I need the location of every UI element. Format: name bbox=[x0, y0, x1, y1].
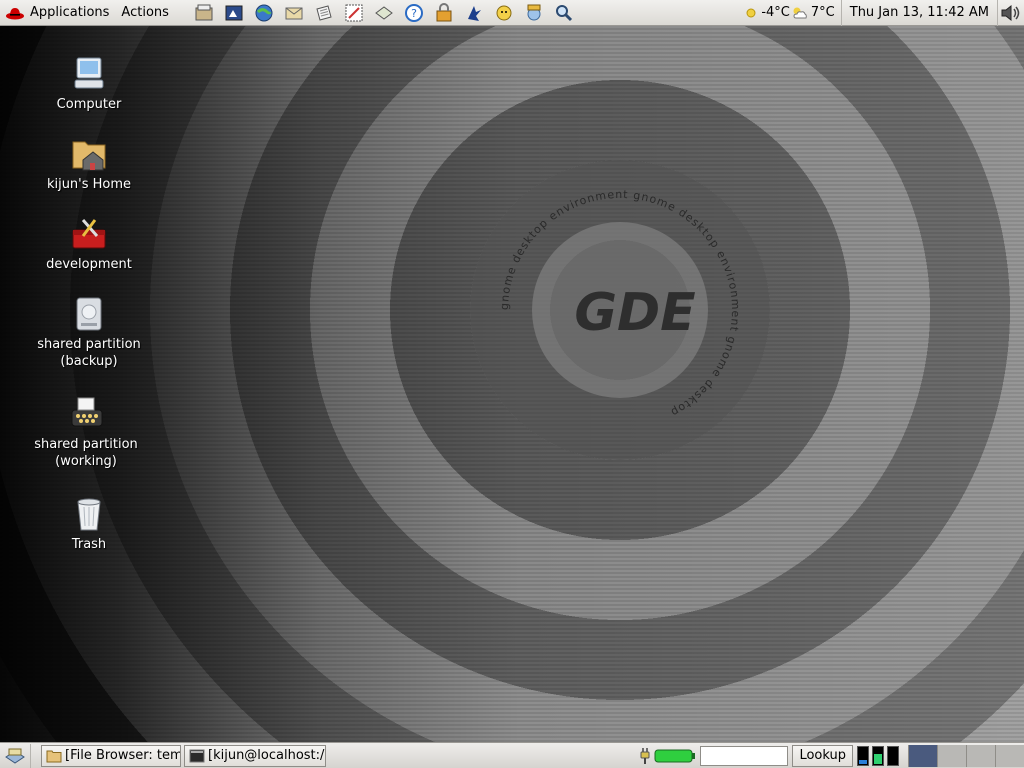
system-monitor[interactable] bbox=[857, 745, 902, 766]
clock[interactable]: Thu Jan 13, 11:42 AM bbox=[840, 0, 997, 26]
toolbox-icon bbox=[69, 214, 109, 254]
search-icon[interactable] bbox=[553, 2, 575, 24]
memory-monitor-icon bbox=[872, 745, 884, 766]
desktop-icon-label: shared partition (backup) bbox=[37, 336, 141, 370]
dictionary-lookup-input[interactable] bbox=[700, 745, 789, 766]
folder-icon bbox=[46, 750, 62, 762]
instant-messenger-icon[interactable] bbox=[493, 2, 515, 24]
wallpaper-logo-text: GDE bbox=[574, 283, 695, 343]
workspace-1[interactable] bbox=[908, 744, 937, 767]
workspace-4[interactable] bbox=[995, 744, 1024, 767]
desktop-icon-label: Computer bbox=[56, 97, 122, 112]
applications-label: Applications bbox=[30, 5, 110, 20]
help-icon[interactable]: ? bbox=[403, 2, 425, 24]
home-folder-icon bbox=[69, 134, 109, 174]
volume-icon[interactable] bbox=[997, 0, 1024, 26]
desktop-icon-shared-working[interactable]: shared partition (working) bbox=[26, 394, 146, 470]
workspace-switcher bbox=[908, 744, 1024, 768]
presentation-icon[interactable] bbox=[223, 2, 245, 24]
archive-icon[interactable] bbox=[193, 2, 215, 24]
applications-menu[interactable]: Applications bbox=[0, 0, 115, 26]
lookup-button[interactable]: Lookup bbox=[792, 744, 853, 767]
computer-icon bbox=[69, 54, 109, 94]
sun-icon bbox=[746, 8, 756, 17]
text-editor-icon[interactable] bbox=[313, 2, 335, 24]
desktop-icon-label: Trash bbox=[71, 537, 107, 552]
network-icon[interactable] bbox=[523, 2, 545, 24]
desktop-icon-label: shared partition (working) bbox=[34, 436, 138, 470]
terminal-icon bbox=[189, 749, 205, 762]
desktop-icon-development[interactable]: development bbox=[29, 214, 149, 273]
weather-temp-high: 7°C bbox=[810, 5, 835, 20]
gde-wallpaper-logo: gnome desktop environment gnome desktop … bbox=[470, 160, 770, 460]
typewriter-icon bbox=[66, 394, 106, 434]
desktop-icon-trash[interactable]: Trash bbox=[29, 494, 149, 553]
show-desktop-icon bbox=[5, 748, 25, 764]
label-line-1: shared partition bbox=[34, 437, 138, 452]
hard-drive-icon bbox=[69, 294, 109, 334]
partly-cloudy-icon bbox=[793, 7, 807, 18]
top-panel: Applications Actions ? -4°C 7°C Thu Jan … bbox=[0, 0, 1024, 26]
redhat-logo-icon bbox=[6, 7, 24, 19]
label-line-2: (working) bbox=[55, 454, 117, 469]
taskbar-terminal[interactable]: [kijun@localhost:/hc bbox=[184, 744, 326, 767]
task-label: [kijun@localhost:/hc bbox=[208, 748, 325, 763]
workspace-2[interactable] bbox=[937, 744, 966, 767]
task-label: [File Browser: temp] bbox=[65, 748, 180, 763]
desktop[interactable]: gnome desktop environment gnome desktop … bbox=[0, 26, 1024, 742]
notes-icon[interactable] bbox=[373, 2, 395, 24]
bottom-panel: [File Browser: temp] [kijun@localhost:/h… bbox=[0, 742, 1024, 768]
email-icon[interactable] bbox=[283, 2, 305, 24]
desktop-icon-label: development bbox=[46, 257, 132, 272]
workspace-3[interactable] bbox=[966, 744, 995, 767]
battery-meter-icon bbox=[654, 749, 696, 762]
desktop-icon-label: kijun's Home bbox=[46, 177, 132, 192]
battery-applet[interactable] bbox=[638, 747, 696, 765]
network-monitor-icon bbox=[887, 745, 899, 766]
web-browser-icon[interactable] bbox=[253, 2, 275, 24]
weather-temp-low: -4°C bbox=[761, 5, 790, 20]
svg-text:?: ? bbox=[411, 7, 417, 20]
lock-icon[interactable] bbox=[433, 2, 455, 24]
actions-menu[interactable]: Actions bbox=[115, 0, 175, 26]
drawing-icon[interactable] bbox=[343, 2, 365, 24]
label-line-1: shared partition bbox=[37, 337, 141, 352]
label-line-2: (backup) bbox=[60, 354, 118, 369]
desktop-icon-shared-backup[interactable]: shared partition (backup) bbox=[29, 294, 149, 370]
weather-applet[interactable]: -4°C 7°C bbox=[738, 5, 840, 20]
desktop-icon-computer[interactable]: Computer bbox=[29, 54, 149, 113]
power-plug-icon bbox=[640, 747, 650, 764]
taskbar-file-browser[interactable]: [File Browser: temp] bbox=[41, 744, 181, 767]
launcher-bar: ? bbox=[189, 2, 579, 24]
actions-label: Actions bbox=[121, 5, 169, 20]
bottom-tray: Lookup bbox=[638, 744, 1024, 768]
top-tray: -4°C 7°C Thu Jan 13, 11:42 AM bbox=[738, 0, 1024, 26]
cpu-monitor-icon bbox=[857, 745, 869, 766]
show-desktop-button[interactable] bbox=[0, 743, 31, 768]
gnome-foot-icon[interactable] bbox=[463, 2, 485, 24]
trash-icon bbox=[69, 494, 109, 534]
desktop-icon-home[interactable]: kijun's Home bbox=[29, 134, 149, 193]
